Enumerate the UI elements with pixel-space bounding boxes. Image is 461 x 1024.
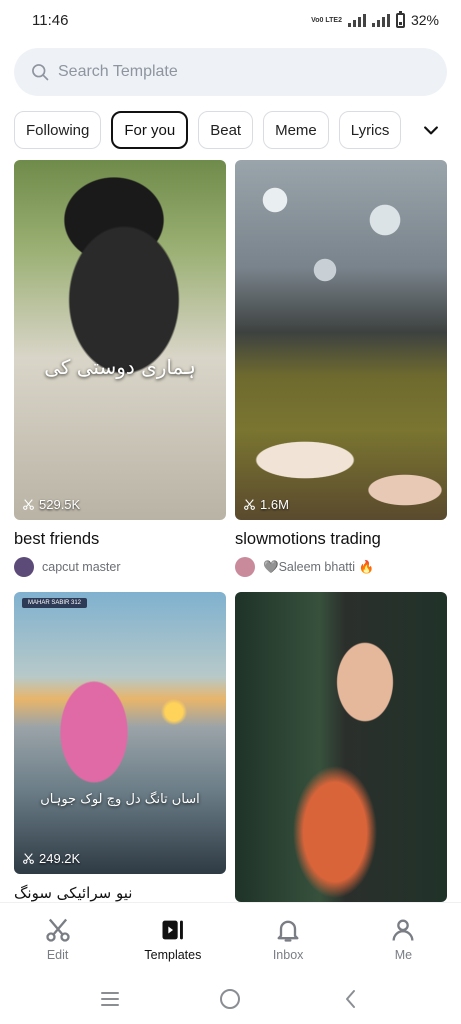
signal-icon [347,13,366,27]
search-bar[interactable] [14,48,447,96]
battery-icon [395,10,405,28]
search-input[interactable] [58,63,431,81]
bottom-nav: Edit Templates Inbox Me [0,902,461,974]
chevron-down-icon[interactable] [421,120,441,140]
usage-count: 529.5K [22,497,80,512]
usage-count: 249.2K [22,851,80,866]
tab-following[interactable]: Following [14,111,102,149]
author-name: capcut master [42,560,121,574]
status-bar: 11:46 Vo0 LTE2 32% [0,0,461,40]
template-author[interactable]: 🩶Saleem bhatti 🔥 [235,557,447,577]
category-tabs: Following For you Beat Meme Lyrics [14,110,461,150]
scissors-icon [23,499,34,510]
template-card[interactable]: 1.6M slowmotions trading 🩶Saleem bhatti … [235,160,447,577]
battery-percent: 32% [410,12,439,28]
tab-for-you[interactable]: For you [111,111,189,149]
bell-icon [277,920,299,942]
nav-inbox[interactable]: Inbox [231,903,346,974]
status-icons: Vo0 LTE2 32% [311,10,439,28]
usage-count: 1.6M [243,497,289,512]
usage-count-value: 249.2K [39,851,81,866]
thumbnail-caption: ہماری دوستی کی [44,355,196,379]
nav-me-label: Me [394,947,413,962]
tab-lyrics[interactable]: Lyrics [338,111,402,149]
nav-me[interactable]: Me [346,903,461,974]
nav-edit[interactable]: Edit [0,903,115,974]
back-icon[interactable] [339,987,363,1011]
signal-icon-2 [371,13,390,27]
recent-apps-icon[interactable] [98,987,122,1011]
template-thumbnail[interactable] [235,592,447,902]
author-name: 🩶Saleem bhatti 🔥 [263,559,375,574]
templates-icon [162,920,183,939]
avatar [14,557,34,577]
scissors-icon [45,918,70,942]
usage-count-value: 529.5K [39,497,81,512]
nav-templates-label: Templates [144,947,202,962]
person-icon [392,919,414,941]
nav-templates[interactable]: Templates [115,903,230,974]
tab-meme[interactable]: Meme [263,111,329,149]
template-title[interactable]: best friends [14,530,226,549]
template-title[interactable]: slowmotions trading [235,530,447,549]
status-time: 11:46 [32,11,69,29]
avatar [235,557,255,577]
template-thumbnail[interactable]: 1.6M [235,160,447,520]
usage-count-value: 1.6M [260,497,289,512]
nav-edit-label: Edit [46,947,69,962]
search-icon [32,64,49,81]
system-navigation [0,974,461,1024]
network-type-label: Vo0 LTE2 [311,16,342,24]
tab-beat[interactable]: Beat [198,111,254,149]
thumbnail-caption: اساں تانگ دل وچ لوک جوہاں [40,792,200,807]
thumbnail-banner: MAHAR SABIR 312 [22,598,88,608]
template-thumbnail[interactable]: ہماری دوستی کی 529.5K [14,160,226,520]
scissors-icon [244,499,255,510]
template-thumbnail[interactable]: MAHAR SABIR 312 اساں تانگ دل وچ لوک جوہا… [14,592,226,874]
nav-inbox-label: Inbox [272,947,304,962]
template-card[interactable]: MAHAR SABIR 312 اساں تانگ دل وچ لوک جوہا… [14,592,226,902]
scissors-icon [23,853,34,864]
home-icon[interactable] [218,987,242,1011]
template-author[interactable]: capcut master [14,557,226,577]
template-title[interactable]: نیو سرائیکی سونگ [14,884,226,902]
template-card[interactable]: ہماری دوستی کی 529.5K best friends capcu… [14,160,226,577]
template-card[interactable] [235,592,447,902]
